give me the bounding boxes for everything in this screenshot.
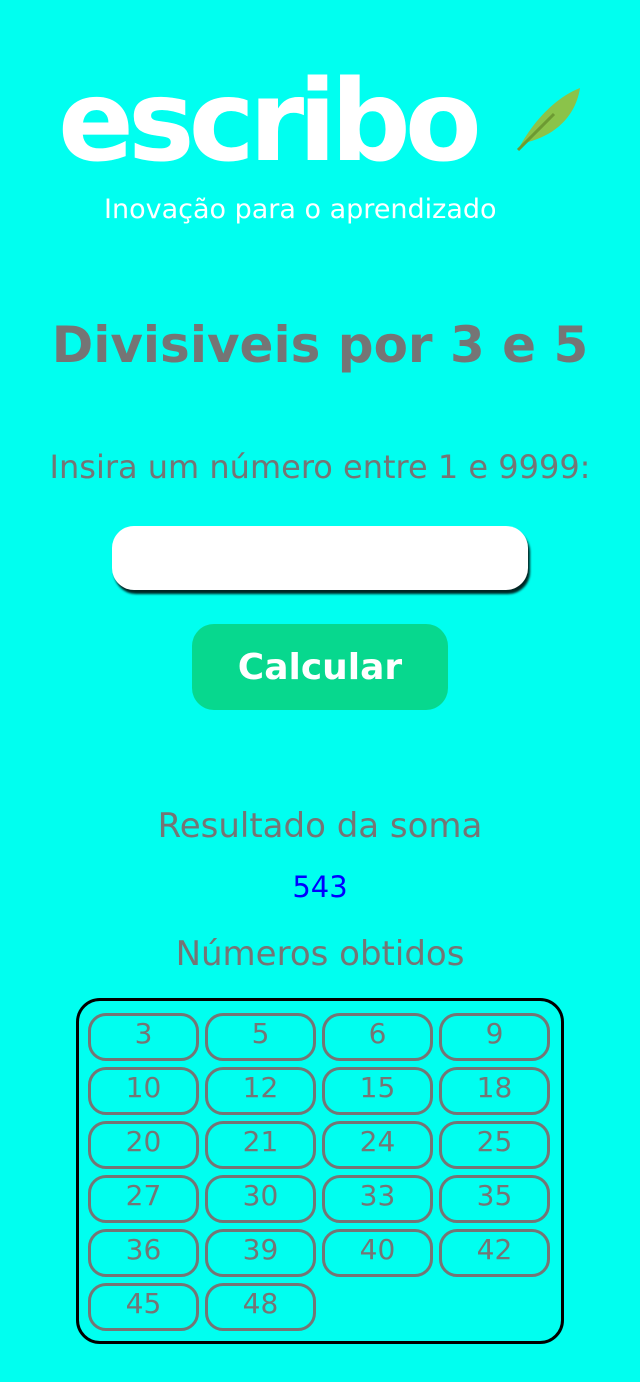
number-chip: 3 bbox=[88, 1013, 199, 1061]
number-chip: 5 bbox=[205, 1013, 316, 1061]
number-input[interactable] bbox=[112, 526, 528, 590]
number-chip: 24 bbox=[322, 1121, 433, 1169]
number-chip: 21 bbox=[205, 1121, 316, 1169]
number-chip: 27 bbox=[88, 1175, 199, 1223]
number-chip: 20 bbox=[88, 1121, 199, 1169]
page-title: Divisiveis por 3 e 5 bbox=[51, 316, 589, 374]
number-chip: 33 bbox=[322, 1175, 433, 1223]
number-chip: 36 bbox=[88, 1229, 199, 1277]
number-chip: 15 bbox=[322, 1067, 433, 1115]
escribo-logo: escribo Inovação para o aprendizado bbox=[58, 66, 582, 234]
logo-tagline: Inovação para o aprendizado bbox=[104, 194, 497, 225]
number-chip: 35 bbox=[439, 1175, 550, 1223]
number-chip: 40 bbox=[322, 1229, 433, 1277]
numbers-label: Números obtidos bbox=[175, 934, 465, 974]
number-chip: 30 bbox=[205, 1175, 316, 1223]
number-chip: 42 bbox=[439, 1229, 550, 1277]
number-chip: 45 bbox=[88, 1283, 199, 1331]
result-value: 543 bbox=[292, 870, 348, 904]
calculate-button[interactable]: Calcular bbox=[192, 624, 448, 710]
numbers-list: 3 5 6 9 10 12 15 18 20 21 24 25 27 30 33… bbox=[76, 998, 564, 1344]
number-chip: 39 bbox=[205, 1229, 316, 1277]
input-prompt: Insira um número entre 1 e 9999: bbox=[49, 448, 591, 486]
number-chip: 9 bbox=[439, 1013, 550, 1061]
feather-icon bbox=[516, 88, 580, 152]
number-chip: 48 bbox=[205, 1283, 316, 1331]
logo-wordmark: escribo bbox=[58, 57, 482, 187]
number-chip: 25 bbox=[439, 1121, 550, 1169]
number-chip: 18 bbox=[439, 1067, 550, 1115]
result-label: Resultado da soma bbox=[157, 806, 483, 846]
number-chip: 10 bbox=[88, 1067, 199, 1115]
number-chip: 6 bbox=[322, 1013, 433, 1061]
number-chip: 12 bbox=[205, 1067, 316, 1115]
